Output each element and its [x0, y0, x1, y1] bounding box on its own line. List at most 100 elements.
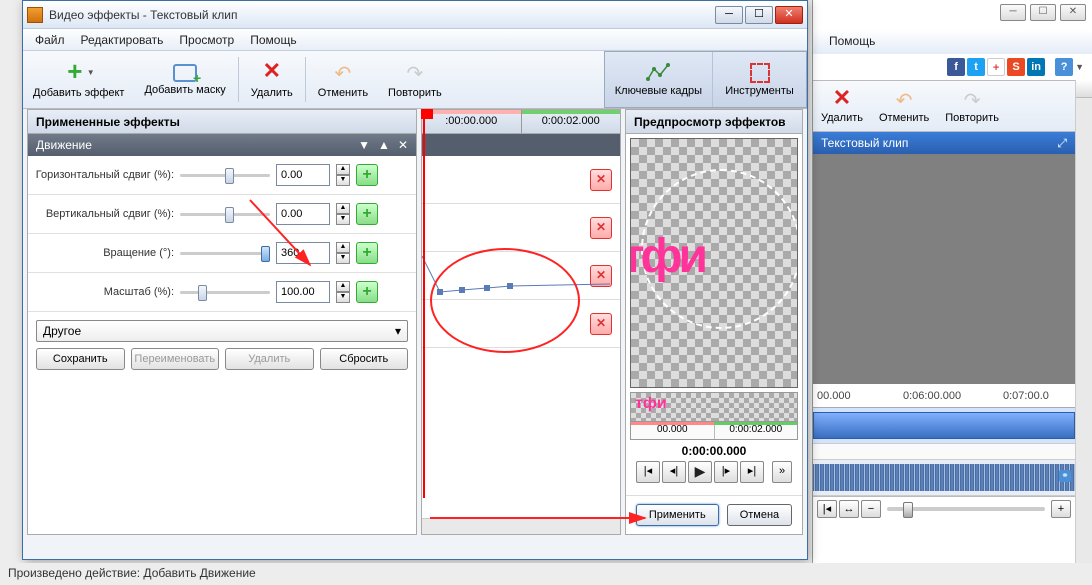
gplus-icon[interactable]: + — [987, 58, 1005, 76]
dropdown-icon[interactable]: ▼ — [1075, 62, 1084, 72]
delete-button[interactable]: Удалить — [813, 81, 871, 131]
stumble-icon[interactable]: S — [1007, 58, 1025, 76]
zoom-slider[interactable] — [887, 507, 1045, 511]
spin-down[interactable]: ▼ — [336, 175, 350, 186]
spacer-track — [813, 444, 1075, 460]
menubar: Файл Редактировать Просмотр Помощь — [23, 29, 807, 51]
preview-timebar[interactable]: 00.000 0:00:02.000 — [630, 422, 798, 440]
cancel-button[interactable]: Отмена — [727, 504, 792, 526]
spin-down[interactable]: ▼ — [336, 214, 350, 225]
save-preset-button[interactable]: Сохранить — [36, 348, 125, 370]
keyframes-tab[interactable]: Ключевые кадры — [605, 52, 712, 107]
rotate-curve-row[interactable]: ✕ — [422, 252, 620, 300]
more-button[interactable]: » — [772, 461, 792, 483]
twitter-icon[interactable]: t — [967, 58, 985, 76]
rotate-input[interactable] — [276, 242, 330, 264]
redo-button[interactable]: Повторить — [937, 81, 1007, 131]
move-down-icon[interactable]: ▼ — [358, 138, 370, 152]
spin-up[interactable]: ▲ — [336, 281, 350, 292]
audio-track[interactable]: ⚭ — [813, 460, 1075, 496]
rename-preset-button[interactable]: Переименовать — [131, 348, 220, 370]
close-button[interactable]: ✕ — [775, 6, 803, 24]
help-icon[interactable]: ? — [1055, 58, 1073, 76]
delete-preset-button[interactable]: Удалить — [225, 348, 314, 370]
vshift-slider[interactable] — [180, 205, 270, 223]
facebook-icon[interactable]: f — [947, 58, 965, 76]
minimize-button[interactable]: ─ — [1000, 4, 1026, 21]
vshift-curve-row[interactable]: ✕ — [422, 204, 620, 252]
scale-slider[interactable] — [180, 283, 270, 301]
spin-down[interactable]: ▼ — [336, 292, 350, 303]
spin-up[interactable]: ▲ — [336, 164, 350, 175]
effect-header[interactable]: Движение ▼ ▲ ✕ — [28, 134, 416, 156]
hshift-curve-row[interactable]: ✕ — [422, 156, 620, 204]
clip-title: Текстовый клип — [821, 136, 908, 150]
minimize-button[interactable]: ─ — [715, 6, 743, 24]
zoom-out-button[interactable]: − — [861, 500, 881, 518]
time-ruler[interactable]: 00.000 0:06:00.000 0:07:00.0 — [813, 390, 1075, 408]
time-seg-1: 0:00:02.000 — [522, 110, 621, 133]
undo-button[interactable]: Отменить — [871, 81, 937, 131]
linkedin-icon[interactable]: in — [1027, 58, 1045, 76]
apply-button[interactable]: Применить — [636, 504, 719, 526]
tools-tab[interactable]: Инструменты — [712, 52, 806, 107]
redo-button[interactable]: Повторить — [378, 51, 452, 108]
menu-edit[interactable]: Редактировать — [73, 31, 172, 49]
preset-select[interactable]: Другое ▾ — [36, 320, 408, 342]
scale-curve-row[interactable]: ✕ — [422, 300, 620, 348]
add-keyframe-button[interactable]: + — [356, 203, 378, 225]
reset-preset-button[interactable]: Сбросить — [320, 348, 409, 370]
preview-filmstrip[interactable]: тфи — [630, 392, 798, 422]
vshift-input[interactable] — [276, 203, 330, 225]
playhead-line[interactable] — [423, 110, 425, 498]
next-frame-button[interactable]: |▸ — [714, 461, 738, 483]
video-track[interactable] — [813, 408, 1075, 444]
rotate-curve — [422, 252, 620, 299]
add-keyframe-button[interactable]: + — [356, 281, 378, 303]
scale-input[interactable] — [276, 281, 330, 303]
h-scrollbar[interactable] — [422, 518, 620, 534]
close-button[interactable]: ✕ — [1060, 4, 1086, 21]
expand-icon[interactable]: ⤢ — [1057, 136, 1067, 151]
delete-keyframe-button[interactable]: ✕ — [590, 217, 612, 239]
mask-icon — [173, 64, 197, 82]
spin-up[interactable]: ▲ — [336, 203, 350, 214]
delete-button[interactable]: Удалить — [241, 51, 303, 108]
zoom-prev-button[interactable]: ↔ — [839, 500, 859, 518]
time-header[interactable]: :00:00.000 0:00:02.000 — [422, 110, 620, 134]
zoom-in-button[interactable]: + — [1051, 500, 1071, 518]
preview-viewport[interactable]: тфи — [630, 138, 798, 388]
menu-help[interactable]: Помощь — [242, 31, 304, 49]
goto-end-button[interactable]: ▸| — [740, 461, 764, 483]
chevron-down-icon: ▾ — [395, 324, 401, 338]
add-keyframe-button[interactable]: + — [356, 164, 378, 186]
rotate-label: Вращение (°): — [34, 247, 174, 259]
play-button[interactable]: ▶ — [688, 461, 712, 483]
goto-start-button[interactable]: |◂ — [636, 461, 660, 483]
maximize-button[interactable]: ☐ — [1030, 4, 1056, 21]
vshift-row: Вертикальный сдвиг (%): ▲▼ + — [28, 195, 416, 234]
hshift-slider[interactable] — [180, 166, 270, 184]
move-up-icon[interactable]: ▲ — [378, 138, 390, 152]
rotate-slider[interactable] — [180, 244, 270, 262]
prev-frame-button[interactable]: ◂| — [662, 461, 686, 483]
zoom-start-button[interactable]: |◂ — [817, 500, 837, 518]
delete-keyframe-button[interactable]: ✕ — [590, 313, 612, 335]
menu-view[interactable]: Просмотр — [171, 31, 242, 49]
maximize-button[interactable]: ☐ — [745, 6, 773, 24]
menu-file[interactable]: Файл — [27, 31, 73, 49]
hshift-input[interactable] — [276, 164, 330, 186]
menu-help[interactable]: Помощь — [821, 32, 883, 50]
undo-button[interactable]: Отменить — [308, 51, 378, 108]
titlebar[interactable]: Видео эффекты - Текстовый клип ─ ☐ ✕ — [23, 1, 807, 29]
add-mask-button[interactable]: Добавить маску — [134, 51, 235, 108]
delete-keyframe-button[interactable]: ✕ — [590, 169, 612, 191]
add-keyframe-button[interactable]: + — [356, 242, 378, 264]
spin-up[interactable]: ▲ — [336, 242, 350, 253]
separator — [305, 57, 306, 102]
add-effect-button[interactable]: ▼ Добавить эффект — [23, 51, 134, 108]
spin-down[interactable]: ▼ — [336, 253, 350, 264]
link-icon[interactable]: ⚭ — [1059, 470, 1071, 482]
remove-effect-icon[interactable]: ✕ — [398, 138, 408, 152]
vertical-scrollbar[interactable] — [1075, 80, 1092, 585]
